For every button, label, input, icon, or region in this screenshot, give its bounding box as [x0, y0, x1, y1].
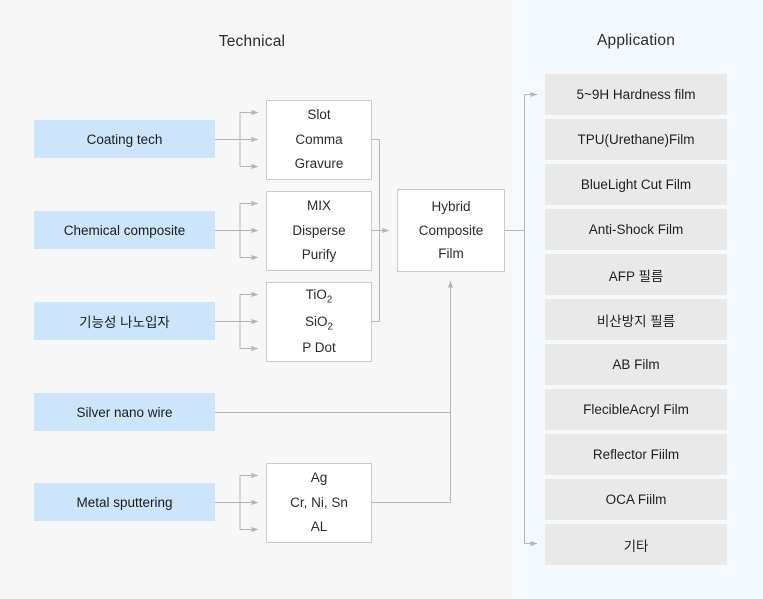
hybrid-line: Hybrid: [431, 199, 471, 215]
detail-line: Ag: [310, 469, 328, 485]
application-box-hardness-film[interactable]: 5~9H Hardness film: [545, 74, 727, 115]
application-label: AB Film: [612, 357, 660, 372]
detail-line: TiO2: [305, 286, 333, 306]
application-label: TPU(Urethane)Film: [577, 132, 695, 147]
column-title-application: Application: [596, 32, 676, 49]
application-label: 기타: [623, 538, 649, 554]
hybrid-composite-film-box[interactable]: Hybrid Composite Film: [397, 189, 505, 272]
application-box-afp-film[interactable]: AFP 필름: [545, 254, 727, 295]
application-box-etc[interactable]: 기타: [545, 524, 727, 565]
detail-line: AL: [310, 519, 328, 535]
detail-box-coating-methods[interactable]: Slot Comma Gravure: [266, 100, 372, 180]
detail-line: Comma: [295, 131, 343, 147]
detail-box-sputtering-metals[interactable]: Ag Cr, Ni, Sn AL: [266, 463, 372, 543]
application-box-bluelight-cut-film[interactable]: BlueLight Cut Film: [545, 164, 727, 205]
application-box-tpu-urethane-film[interactable]: TPU(Urethane)Film: [545, 119, 727, 160]
application-label: Anti-Shock Film: [588, 222, 684, 237]
application-box-scatter-prevention-film[interactable]: 비산방지 필름: [545, 299, 727, 340]
application-box-flexible-acryl-film[interactable]: FlecibleAcryl Film: [545, 389, 727, 430]
application-label: OCA Fiilm: [605, 492, 667, 507]
detail-line: MIX: [306, 197, 331, 213]
application-box-oca-film[interactable]: OCA Fiilm: [545, 479, 727, 520]
application-label: BlueLight Cut Film: [580, 177, 692, 192]
source-box-label: Coating tech: [86, 131, 163, 147]
hybrid-line: Composite: [418, 222, 484, 238]
hybrid-line: Film: [438, 246, 464, 262]
application-box-reflector-film[interactable]: Reflector Fiilm: [545, 434, 727, 475]
detail-line: Purify: [301, 247, 337, 263]
application-label: 비산방지 필름: [596, 313, 676, 329]
detail-line: Slot: [307, 106, 331, 122]
source-box-label: Silver nano wire: [76, 404, 173, 420]
source-box-label: Metal sputtering: [76, 494, 173, 510]
detail-line: Disperse: [292, 222, 346, 238]
detail-line: Cr, Ni, Sn: [290, 494, 348, 510]
column-title-technical: Technical: [218, 33, 286, 50]
application-label: Reflector Fiilm: [592, 447, 680, 462]
source-box-functional-nanoparticle[interactable]: 기능성 나노입자: [34, 302, 215, 340]
detail-line: Gravure: [294, 156, 344, 172]
source-box-metal-sputtering[interactable]: Metal sputtering: [34, 483, 215, 521]
source-box-label: Chemical composite: [63, 222, 186, 238]
application-box-anti-shock-film[interactable]: Anti-Shock Film: [545, 209, 727, 250]
application-label: AFP 필름: [608, 268, 664, 284]
application-box-ab-film[interactable]: AB Film: [545, 344, 727, 385]
detail-line: P Dot: [302, 340, 336, 356]
source-box-coating-tech[interactable]: Coating tech: [34, 120, 215, 158]
application-label: 5~9H Hardness film: [576, 87, 696, 102]
detail-box-nanoparticles[interactable]: TiO2 SiO2 P Dot: [266, 282, 372, 362]
source-box-silver-nano-wire[interactable]: Silver nano wire: [34, 393, 215, 431]
diagram-canvas: Technical Application Coating tech Chemi…: [0, 0, 763, 599]
detail-box-chemical-processes[interactable]: MIX Disperse Purify: [266, 191, 372, 271]
source-box-chemical-composite[interactable]: Chemical composite: [34, 211, 215, 249]
source-box-label: 기능성 나노입자: [79, 315, 170, 330]
application-label: FlecibleAcryl Film: [583, 402, 689, 417]
detail-line: SiO2: [305, 313, 333, 333]
